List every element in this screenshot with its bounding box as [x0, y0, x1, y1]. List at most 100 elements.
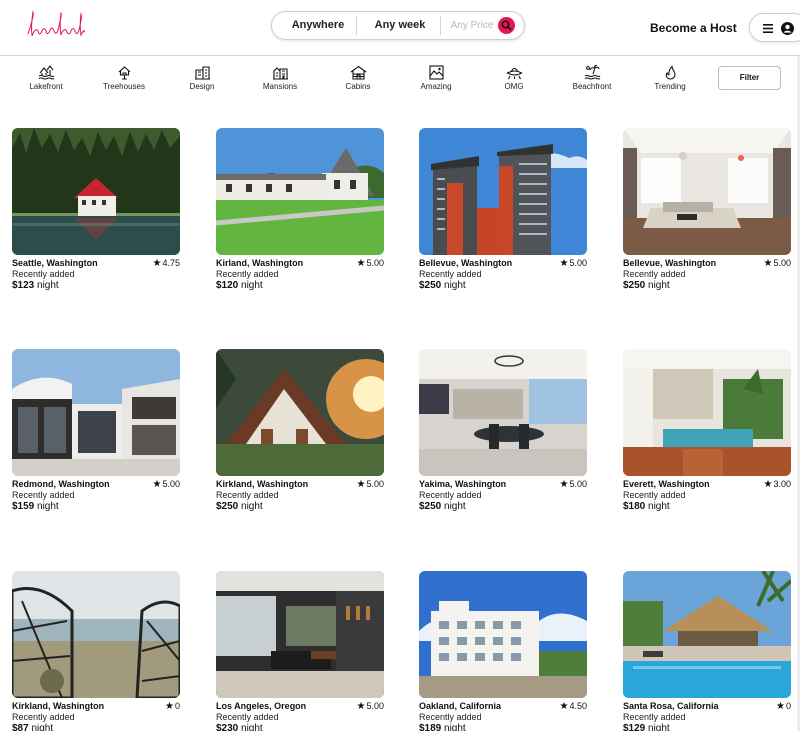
user-menu-button[interactable]	[749, 13, 800, 42]
price-amount: $159	[12, 501, 35, 512]
listing-status: Recently added	[419, 269, 482, 279]
category-label: Trending	[654, 82, 686, 91]
category-mansions[interactable]: Mansions	[248, 65, 312, 91]
listing-photo[interactable]	[216, 128, 384, 255]
listing-price: $189 night	[419, 723, 466, 731]
listing-photo[interactable]	[12, 349, 180, 476]
listing-card[interactable]: Yakima, Washington ★5.00 Recently added …	[419, 349, 587, 516]
listing-status: Recently added	[216, 490, 279, 500]
listing-card[interactable]: Oakland, California ★4.50 Recently added…	[419, 571, 587, 731]
listing-card[interactable]: Kirkland, Washington ★0 Recently added $…	[12, 571, 180, 731]
listing-location: Seattle, Washington	[12, 258, 98, 268]
listing-meta: Everett, Washington ★3.00 Recently added…	[623, 476, 791, 516]
rating-value: 5.00	[569, 258, 587, 268]
category-omg[interactable]: OMG	[482, 65, 546, 91]
listing-location: Kirkland, Washington	[216, 479, 309, 489]
search-button[interactable]	[498, 17, 515, 34]
listing-status: Recently added	[419, 712, 482, 722]
listing-meta: Oakland, California ★4.50 Recently added…	[419, 698, 587, 731]
listing-price: $120 night	[216, 280, 263, 291]
search-divider	[356, 16, 357, 35]
star-icon: ★	[165, 701, 174, 712]
category-trending[interactable]: Trending	[638, 65, 702, 91]
listing-rating: ★0	[165, 701, 180, 712]
listing-rating: ★5.00	[153, 479, 181, 490]
listing-rating: ★5.00	[357, 479, 385, 490]
price-unit: night	[441, 280, 466, 291]
category-label: Amazing	[420, 82, 452, 91]
any-week-button[interactable]: Any week	[360, 12, 440, 39]
listing-location: Bellevue, Washington	[623, 258, 717, 268]
category-cabins[interactable]: Cabins	[326, 65, 390, 91]
listing-photo[interactable]	[623, 128, 791, 255]
listing-price: $230 night	[216, 723, 263, 731]
ufo-icon	[505, 67, 523, 80]
star-icon: ★	[152, 479, 162, 490]
harbnb-logo[interactable]	[24, 4, 86, 46]
flame-icon	[665, 65, 676, 80]
star-icon: ★	[356, 258, 366, 269]
listing-meta: Kirland, Washington ★5.00 Recently added…	[216, 255, 384, 295]
category-design[interactable]: Design	[170, 65, 234, 91]
listing-price: $123 night	[12, 280, 59, 291]
listing-location: Bellevue, Washington	[419, 258, 513, 268]
listing-rating: ★0	[776, 701, 791, 712]
price-unit: night	[441, 501, 466, 512]
star-icon: ★	[763, 258, 773, 269]
price-amount: $120	[216, 280, 239, 291]
star-icon: ★	[559, 479, 569, 490]
listing-photo[interactable]	[216, 571, 384, 698]
listing-card[interactable]: Los Angeles, Oregon ★5.00 Recently added…	[216, 571, 384, 731]
treehouse-icon	[118, 66, 130, 80]
rating-value: 5.00	[773, 258, 791, 268]
listing-photo[interactable]	[12, 571, 180, 698]
listing-status: Recently added	[12, 712, 75, 722]
rating-value: 4.50	[569, 701, 587, 711]
price-amount: $180	[623, 501, 646, 512]
listing-photo[interactable]	[623, 571, 791, 698]
listing-card[interactable]: Redmond, Washington ★5.00 Recently added…	[12, 349, 180, 516]
category-bar: Lakefront Treehouses Design Mansions Cab…	[0, 57, 800, 99]
price-unit: night	[441, 723, 466, 731]
anywhere-button[interactable]: Anywhere	[280, 12, 356, 39]
listing-photo[interactable]	[12, 128, 180, 255]
become-host-link[interactable]: Become a Host	[650, 21, 737, 35]
search-bar[interactable]: Anywhere Any week Any Price	[271, 11, 525, 40]
star-icon: ★	[559, 701, 569, 712]
category-beachfront[interactable]: Beachfront	[560, 65, 624, 91]
price-unit: night	[238, 723, 263, 731]
rating-value: 5.00	[162, 479, 180, 489]
category-label: Design	[189, 82, 215, 91]
listing-card[interactable]: Kirland, Washington ★5.00 Recently added…	[216, 128, 384, 295]
listing-photo[interactable]	[419, 571, 587, 698]
price-unit: night	[238, 280, 263, 291]
category-lakefront[interactable]: Lakefront	[14, 65, 78, 91]
category-treehouses[interactable]: Treehouses	[92, 65, 156, 91]
listing-photo[interactable]	[419, 128, 587, 255]
listing-price: $180 night	[623, 501, 670, 512]
listing-card[interactable]: Kirkland, Washington ★5.00 Recently adde…	[216, 349, 384, 516]
price-amount: $250	[623, 280, 646, 291]
category-amazing[interactable]: Amazing	[404, 65, 468, 91]
listing-meta: Kirkland, Washington ★5.00 Recently adde…	[216, 476, 384, 516]
listing-status: Recently added	[419, 490, 482, 500]
rating-value: 5.00	[366, 479, 384, 489]
listing-card[interactable]: Seattle, Washington ★4.75 Recently added…	[12, 128, 180, 295]
category-label: OMG	[504, 82, 524, 91]
listing-card[interactable]: Everett, Washington ★3.00 Recently added…	[623, 349, 791, 516]
listing-card[interactable]: Bellevue, Washington ★5.00 Recently adde…	[419, 128, 587, 295]
listing-photo[interactable]	[216, 349, 384, 476]
listing-photo[interactable]	[623, 349, 791, 476]
price-amount: $129	[623, 723, 646, 731]
price-input[interactable]: Any Price	[444, 12, 500, 39]
hamburger-icon	[763, 24, 773, 33]
listing-location: Kirkland, Washington	[12, 701, 105, 711]
price-amount: $250	[419, 501, 442, 512]
search-icon	[501, 20, 512, 31]
listing-card[interactable]: Bellevue, Washington ★5.00 Recently adde…	[623, 128, 791, 295]
listing-photo[interactable]	[419, 349, 587, 476]
listing-card[interactable]: Santa Rosa, California ★0 Recently added…	[623, 571, 791, 731]
filter-button[interactable]: Filter	[718, 66, 781, 90]
rating-value: 4.75	[162, 258, 180, 268]
category-label: Treehouses	[103, 82, 145, 91]
